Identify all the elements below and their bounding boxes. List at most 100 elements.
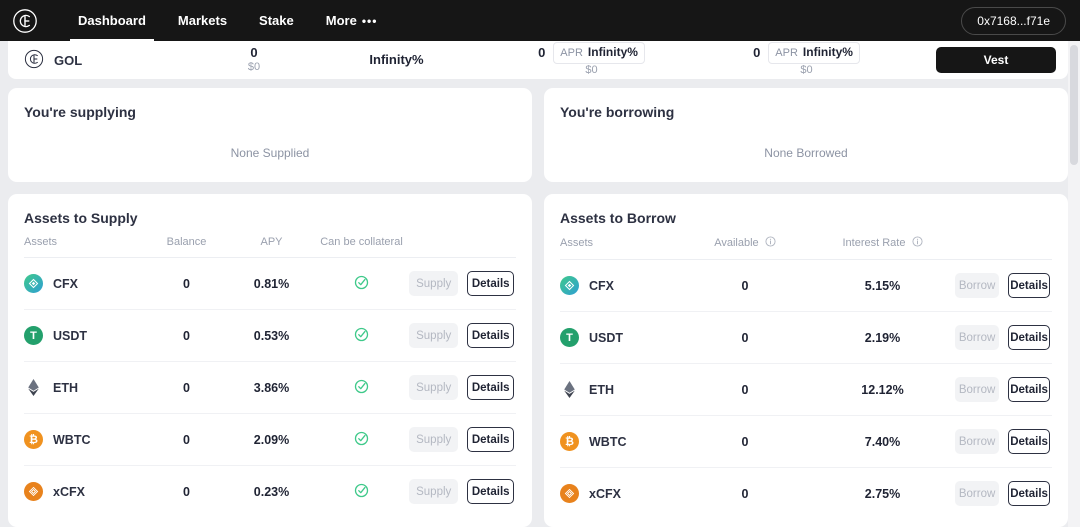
assets-to-supply-card: Assets to Supply Assets Balance APY Can … [8,194,532,527]
gol-apr-amount: 0 [753,45,760,61]
available-cell: 0 [680,364,810,416]
table-row: xCFX 0 0.23% Supply Details [24,466,516,518]
actions-cell: Borrow Details [955,364,1052,416]
top-navigation-bar: Dashboard Markets Stake More ••• 0x7168.… [0,0,1080,41]
borrow-button[interactable]: Borrow [955,325,999,350]
supply-button[interactable]: Supply [409,323,458,348]
asset-cell: ETH [24,362,144,414]
borrow-button[interactable]: Borrow [955,273,999,298]
supply-button[interactable]: Supply [409,479,458,504]
actions-cell: Supply Details [409,414,516,466]
main-content: You're supplying None Supplied You're bo… [8,88,1068,527]
eth-token-icon [560,380,579,399]
nav-item-more[interactable]: More ••• [310,0,394,41]
info-circle-icon[interactable] [765,236,776,250]
nav-item-markets[interactable]: Markets [162,0,243,41]
column-header-actions [955,226,1052,260]
gol-apr-badge: APR Infinity% [768,42,860,64]
borrow-button[interactable]: Borrow [955,377,999,402]
column-header-balance: Balance [144,226,229,258]
apy-cell: 2.09% [229,414,314,466]
collateral-cell [314,362,409,414]
interest-rate-cell: 2.19% [810,312,955,364]
borrowing-title: You're borrowing [560,104,1052,120]
gol-apr-usd: $0 [800,64,812,78]
column-header-apy: APY [229,226,314,258]
details-button[interactable]: Details [1008,377,1050,402]
gol-apr-cell-1: 0 APR Infinity% $0 [484,42,699,78]
borrow-button[interactable]: Borrow [955,429,999,454]
gol-apr-line: 0 APR Infinity% [753,42,860,64]
assets-to-borrow-table: Assets Available Interest Rate [560,226,1052,520]
borrow-button[interactable]: Borrow [955,481,999,506]
supplying-empty-message: None Supplied [24,146,516,160]
interest-rate-cell: 7.40% [810,416,955,468]
page-scrollbar-thumb[interactable] [1070,45,1078,165]
asset-cell: CFX [560,260,680,312]
cfx-token-icon [560,276,579,295]
asset-cell: xCFX [24,466,144,518]
collateral-cell [314,414,409,466]
assets-to-borrow-card: Assets to Borrow Assets Available [544,194,1068,527]
column-header-collateral: Can be collateral [314,226,409,258]
asset-cell: TUSDT [560,312,680,364]
gol-apr-line: 0 APR Infinity% [538,42,645,64]
gol-apr-usd: $0 [585,64,597,78]
interest-rate-cell: 12.12% [810,364,955,416]
page-scrollbar-track[interactable] [1068,41,1080,527]
nav-item-stake[interactable]: Stake [243,0,310,41]
gol-percent-value: Infinity% [369,52,423,68]
wallet-address-button[interactable]: 0x7168...f71e [961,7,1066,35]
vest-button[interactable]: Vest [936,47,1056,73]
available-cell: 0 [680,416,810,468]
details-button[interactable]: Details [467,271,514,296]
details-button[interactable]: Details [467,323,514,348]
asset-name: WBTC [589,435,627,449]
column-header-interest-rate: Interest Rate [810,226,955,260]
supply-button[interactable]: Supply [409,271,458,296]
apy-cell: 0.81% [229,258,314,310]
green-check-circle-icon [354,275,369,293]
asset-name: ETH [53,381,78,395]
details-button[interactable]: Details [1008,325,1050,350]
nav-item-dashboard[interactable]: Dashboard [62,0,162,41]
gol-rewards-strip: GOL 0 $0 Infinity% 0 APR Infinity% $0 0 … [8,41,1068,79]
details-button[interactable]: Details [1008,273,1050,298]
table-row: ₿ WBTC 0 7.40% Borrow Details [560,416,1052,468]
gol-apr-badge: APR Infinity% [553,42,645,64]
asset-name: WBTC [53,433,91,447]
wbtc-token-icon: ₿ [24,430,43,449]
details-button[interactable]: Details [467,479,514,504]
details-button[interactable]: Details [1008,429,1050,454]
table-row: ETH 0 12.12% Borrow Details [560,364,1052,416]
table-row: CFX 0 5.15% Borrow Details [560,260,1052,312]
interest-rate-cell: 5.15% [810,260,955,312]
actions-cell: Borrow Details [955,416,1052,468]
details-button[interactable]: Details [467,375,514,400]
details-button[interactable]: Details [1008,481,1050,506]
column-header-assets: Assets [560,226,680,260]
details-button[interactable]: Details [467,427,514,452]
asset-name: xCFX [53,485,85,499]
supplying-position-card: You're supplying None Supplied [8,88,532,182]
column-header-available-label: Available [714,237,758,249]
wbtc-token-icon: ₿ [560,432,579,451]
column-header-interest-rate-label: Interest Rate [842,237,905,249]
apy-cell: 3.86% [229,362,314,414]
actions-cell: Supply Details [409,258,516,310]
table-row: CFX 0 0.81% Supply Details [24,258,516,310]
gol-token-label: GOL [54,53,82,68]
supply-button[interactable]: Supply [409,375,458,400]
asset-name: CFX [589,279,614,293]
supply-button[interactable]: Supply [409,427,458,452]
available-cell: 0 [680,468,810,520]
usdt-token-icon: T [24,326,43,345]
collateral-cell [314,258,409,310]
gol-brand-logo-icon[interactable] [8,4,42,38]
gol-token-cell: GOL [24,49,199,72]
asset-cell: TUSDT [24,310,144,362]
table-row: xCFX 0 2.75% Borrow Details [560,468,1052,520]
info-circle-icon[interactable] [912,236,923,250]
borrowing-position-card: You're borrowing None Borrowed [544,88,1068,182]
table-row: ₿WBTC 0 2.09% Supply Details [24,414,516,466]
